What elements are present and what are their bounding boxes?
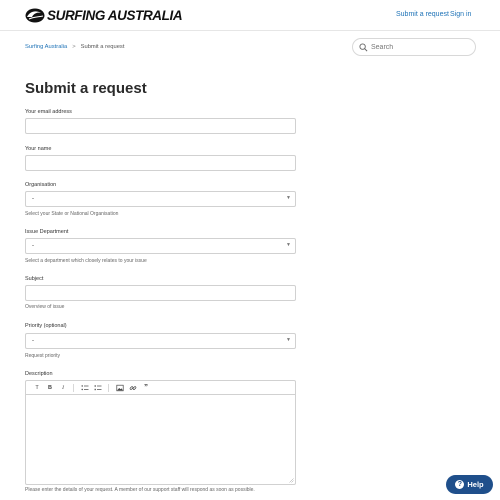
nav-sign-in-link[interactable]: Sign in (450, 11, 471, 18)
page-title: Submit a request (25, 80, 147, 97)
email-field[interactable] (25, 118, 296, 134)
description-hint: Please enter the details of your request… (25, 487, 255, 493)
search-icon (359, 42, 368, 51)
breadcrumb: Surfing Australia > Submit a request (25, 44, 124, 50)
priority-label: Priority (optional) (25, 323, 67, 329)
organisation-selected-value: - (32, 196, 34, 202)
subject-field[interactable] (25, 285, 296, 301)
priority-select[interactable]: - ▼ (25, 333, 296, 349)
italic-button[interactable]: I (59, 384, 67, 392)
organisation-hint: Select your State or National Organisati… (25, 211, 119, 217)
logo-text: SURFING AUSTRALIA (47, 8, 183, 23)
image-button[interactable] (116, 384, 124, 392)
editor-toolbar: T B I ” (26, 381, 295, 395)
wave-logo-icon (25, 8, 45, 23)
link-icon (129, 386, 137, 390)
site-logo[interactable]: SURFING AUSTRALIA (25, 8, 183, 23)
subject-label: Subject (25, 276, 44, 282)
chevron-down-icon: ▼ (286, 195, 291, 201)
description-label: Description (25, 371, 53, 377)
bulleted-list-button[interactable] (81, 384, 89, 392)
resize-handle-icon[interactable] (289, 478, 294, 483)
issue-department-select[interactable]: - ▼ (25, 238, 296, 254)
description-editor[interactable]: T B I ” (25, 380, 296, 485)
subject-hint: Overview of issue (25, 304, 65, 310)
issue-department-hint: Select a department which closely relate… (25, 258, 147, 264)
image-icon (116, 384, 124, 392)
site-header: SURFING AUSTRALIA Submit a request Sign … (0, 0, 500, 31)
breadcrumb-home-link[interactable]: Surfing Australia (25, 44, 67, 50)
text-style-button[interactable]: T (33, 384, 41, 392)
toolbar-divider (73, 384, 74, 392)
numbered-list-icon (94, 385, 102, 391)
search-box[interactable] (352, 38, 476, 56)
bulleted-list-icon (81, 385, 89, 391)
help-button-label: Help (467, 480, 484, 489)
blockquote-button[interactable]: ” (142, 384, 150, 392)
search-input[interactable] (371, 43, 471, 51)
link-button[interactable] (129, 384, 137, 392)
name-field[interactable] (25, 155, 296, 171)
email-label: Your email address (25, 109, 72, 115)
question-mark-icon: ? (455, 480, 465, 489)
name-label: Your name (25, 146, 52, 152)
chevron-down-icon: ▼ (286, 337, 291, 343)
organisation-label: Organisation (25, 182, 57, 188)
help-button[interactable]: ? Help (446, 475, 493, 494)
numbered-list-button[interactable] (94, 384, 102, 392)
nav-submit-request-link[interactable]: Submit a request (396, 11, 449, 18)
breadcrumb-separator: > (72, 44, 76, 50)
chevron-down-icon: ▼ (286, 242, 291, 248)
issue-department-label: Issue Department (25, 229, 69, 235)
organisation-select[interactable]: - ▼ (25, 191, 296, 207)
priority-hint: Request priority (25, 353, 61, 359)
breadcrumb-current: Submit a request (80, 44, 125, 50)
priority-selected-value: - (32, 338, 34, 344)
bold-button[interactable]: B (46, 384, 54, 392)
issue-department-selected-value: - (32, 243, 34, 249)
toolbar-divider (108, 384, 109, 392)
